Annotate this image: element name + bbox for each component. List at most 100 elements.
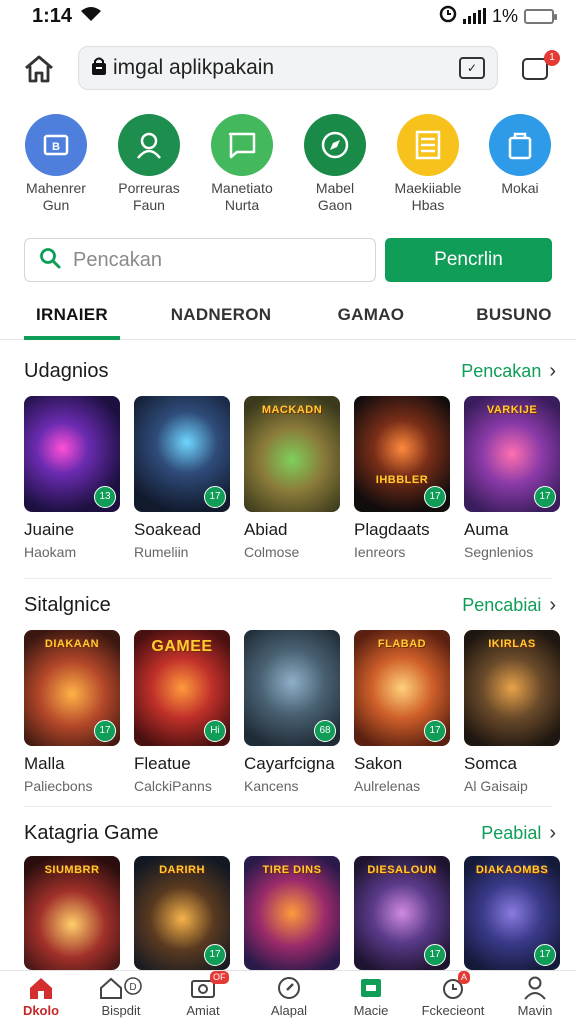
shortcut-label: Mokai — [501, 180, 539, 196]
shortcut-item[interactable]: Manetiato Nurta — [194, 114, 290, 214]
game-title: Malla — [24, 754, 65, 773]
tab-1[interactable]: IRNAIER — [24, 292, 120, 340]
rating-badge: 17 — [204, 944, 226, 966]
game-subtitle: Al Gaisaip — [464, 778, 528, 794]
game-card[interactable]: DIESALOUN 17 — [354, 856, 450, 970]
game-card[interactable]: VARKIJE 17 Auma Segnlenios — [464, 396, 560, 560]
game-card[interactable]: TIRE DINS — [244, 856, 340, 970]
game-card[interactable]: GAMEE Hi Fleatue CalckiPanns — [134, 630, 230, 794]
nav-item-macie[interactable]: Macie — [330, 975, 412, 1018]
notification-button[interactable]: 1 — [522, 50, 560, 80]
search-input[interactable] — [73, 248, 333, 272]
store-icon — [330, 975, 412, 1001]
game-card[interactable]: 17 Soakead Rumeliin — [134, 396, 230, 560]
shortcut-label: Porreuras Faun — [118, 180, 180, 213]
rating-badge: 17 — [534, 486, 556, 508]
game-card[interactable]: SIUMBRR — [24, 856, 120, 970]
shortcut-item[interactable]: Porreuras Faun — [101, 114, 197, 214]
game-art-title: TIRE DINS — [262, 864, 322, 876]
search-button[interactable]: Pencrlin — [385, 238, 552, 282]
game-card[interactable]: IKIRLAS Somca Al Gaisaip — [464, 630, 560, 794]
game-title: Sakon — [354, 754, 403, 773]
rating-badge: 13 — [94, 486, 116, 508]
game-card[interactable]: DIAKAAN 17 Malla Paliecbons — [24, 630, 120, 794]
game-thumbnail: 17 — [134, 396, 230, 512]
game-row: 13 Juaine Haokam 17 Soakead Rumeliin MAC… — [24, 396, 576, 560]
game-card[interactable]: MACKADN Abiad Colmose — [244, 396, 340, 560]
wifi-icon — [80, 6, 102, 27]
bag-icon — [489, 114, 551, 176]
game-art-title: FLABAD — [377, 638, 427, 650]
tab-2[interactable]: NADNERON — [158, 292, 284, 338]
rating-badge: 17 — [424, 486, 446, 508]
game-subtitle: Rumeliin — [134, 544, 189, 560]
nav-item-alapal[interactable]: Alapal — [248, 975, 330, 1018]
game-card[interactable]: IHBBLER 17 Plagdaats Ienreors — [354, 396, 450, 560]
status-time: 1:14 — [32, 4, 73, 27]
alarm-icon: A — [412, 971, 494, 1001]
svg-text:D: D — [129, 982, 136, 993]
game-thumbnail: IKIRLAS — [464, 630, 560, 746]
rating-badge: 17 — [94, 720, 116, 742]
nav-label: Dkolo — [22, 1003, 60, 1018]
game-card[interactable]: 68 Cayarfcigna Kancens — [244, 630, 340, 794]
list-icon — [397, 114, 459, 176]
tab-3[interactable]: GAMAO — [326, 292, 416, 338]
rating-badge: 68 — [314, 720, 336, 742]
see-more-label: Pencakan — [461, 360, 542, 381]
game-subtitle: Segnlenios — [464, 544, 534, 560]
battery-icon — [524, 8, 557, 24]
game-thumbnail: 68 — [244, 630, 340, 746]
game-thumbnail: TIRE DINS — [244, 856, 340, 970]
game-thumbnail: VARKIJE 17 — [464, 396, 560, 512]
game-row: DIAKAAN 17 Malla Paliecbons GAMEE Hi Fle… — [24, 630, 576, 794]
game-title: Fleatue — [134, 754, 191, 773]
game-card[interactable]: DIAKAOMBS 17 — [464, 856, 560, 970]
game-subtitle: Paliecbons — [24, 778, 93, 794]
bottom-navigation: Dkolo D Bispdit OF Amiat Alapal Macie A … — [0, 970, 576, 1024]
shortcut-item[interactable]: B Mahenrer Gun — [8, 114, 104, 214]
section-header: Sitalgnice Pencabiai › — [24, 590, 556, 620]
address-bar[interactable]: imgal aplikpakain ✓ — [78, 46, 498, 90]
game-thumbnail: DIESALOUN 17 — [354, 856, 450, 970]
nav-item-fckecieont[interactable]: A Fckecieont — [412, 971, 494, 1018]
nav-item-bispdit[interactable]: D Bispdit — [80, 975, 162, 1018]
tab-switch-icon[interactable]: ✓ — [459, 57, 485, 79]
section-title: Udagnios — [24, 359, 109, 382]
nav-item-mavin[interactable]: Mavin — [494, 975, 576, 1018]
game-thumbnail: 13 — [24, 396, 120, 512]
address-text: imgal aplikpakain — [113, 56, 275, 79]
search-box[interactable] — [24, 238, 376, 282]
game-thumbnail: GAMEE Hi — [134, 630, 230, 746]
game-subtitle: Colmose — [244, 544, 300, 560]
game-title: Auma — [464, 520, 509, 539]
rating-badge: 17 — [204, 486, 226, 508]
category-tabs: IRNAIER NADNERON GAMAO BUSUNO — [0, 292, 576, 340]
game-thumbnail: FLABAD 17 — [354, 630, 450, 746]
see-more-link[interactable]: Pencakan › — [461, 360, 556, 383]
compass-icon — [248, 975, 330, 1001]
nav-item-amiat[interactable]: OF Amiat — [162, 971, 244, 1018]
section-udagnios: Udagnios Pencakan › 13 Juaine Haokam 17 … — [0, 356, 576, 566]
section-katagria-game: Katagria Game Peabial › SIUMBRR DARIRH 1… — [0, 818, 576, 970]
game-thumbnail: SIUMBRR — [24, 856, 120, 970]
nav-label: Bispdit — [101, 1003, 141, 1018]
shortcut-item[interactable]: Mokai — [472, 114, 568, 197]
see-more-label: Peabial — [481, 822, 542, 843]
section-title: Sitalgnice — [24, 593, 111, 616]
nav-label: Alapal — [270, 1003, 308, 1018]
game-card[interactable]: FLABAD 17 Sakon Aulrelenas — [354, 630, 450, 794]
tab-4[interactable]: BUSUNO — [466, 292, 562, 338]
section-title: Katagria Game — [24, 821, 159, 844]
see-more-link[interactable]: Pencabiai › — [462, 594, 556, 617]
media-icon: OF — [162, 971, 244, 1001]
shortcut-item[interactable]: Maekiiable Hbas — [380, 114, 476, 214]
game-card[interactable]: DARIRH 17 — [134, 856, 230, 970]
home-button[interactable] — [20, 50, 58, 88]
game-art-title: MACKADN — [261, 404, 323, 416]
nav-item-dkolo[interactable]: Dkolo — [0, 975, 82, 1018]
shortcut-item[interactable]: Mabel Gaon — [287, 114, 383, 214]
see-more-link[interactable]: Peabial › — [481, 822, 556, 845]
see-more-label: Pencabiai — [462, 594, 542, 615]
game-card[interactable]: 13 Juaine Haokam — [24, 396, 120, 560]
